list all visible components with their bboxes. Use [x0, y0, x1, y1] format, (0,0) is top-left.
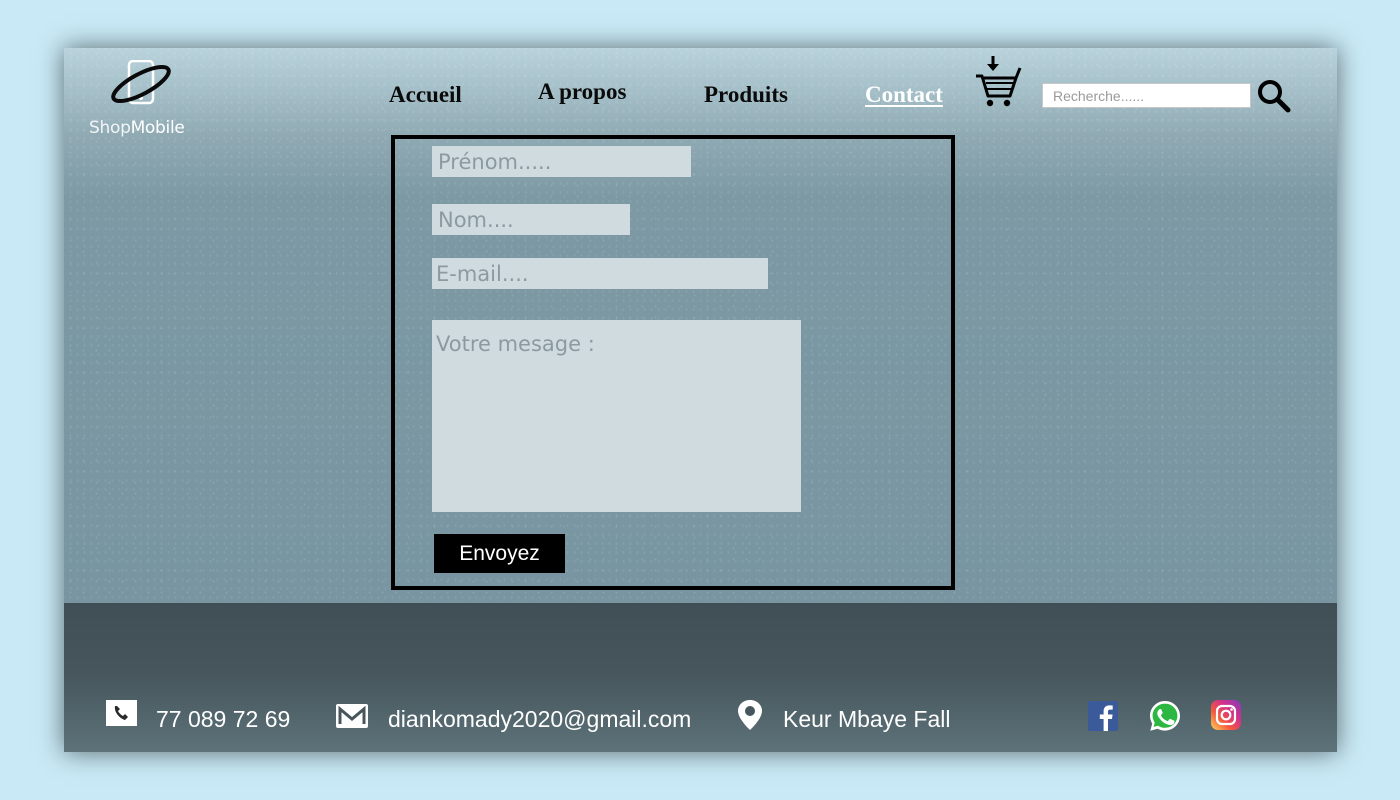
brand-name-mobile: Mobile [130, 118, 185, 138]
whatsapp-icon[interactable] [1148, 699, 1182, 733]
search-input[interactable] [1042, 83, 1251, 108]
message-field[interactable] [432, 320, 801, 512]
instagram-icon[interactable] [1211, 700, 1241, 730]
footer-email[interactable]: diankomady2020@gmail.com [388, 706, 691, 733]
nav-item-accueil[interactable]: Accueil [389, 82, 462, 108]
nom-field[interactable] [432, 204, 630, 235]
cart-icon[interactable] [974, 54, 1022, 108]
prenom-field[interactable] [432, 146, 691, 177]
search-icon[interactable] [1256, 78, 1292, 114]
location-pin-icon [738, 700, 762, 730]
mail-icon [336, 704, 368, 728]
send-button[interactable]: Envoyez [434, 534, 565, 573]
brand-logo[interactable]: ShopMobile [88, 60, 198, 138]
email-field[interactable] [432, 258, 768, 289]
brand-name: ShopMobile [89, 118, 185, 138]
phone-icon [106, 700, 137, 726]
contact-form: Envoyez [391, 135, 955, 590]
phone-orbit-icon [111, 60, 171, 105]
footer-address: Keur Mbaye Fall [783, 706, 951, 732]
footer: 77 089 72 69 diankomady2020@gmail.com Ke… [64, 603, 1337, 752]
nav-item-contact[interactable]: Contact [865, 82, 943, 108]
nav-item-produits[interactable]: Produits [704, 82, 788, 108]
footer-phone: 77 089 72 69 [156, 706, 291, 732]
page-frame: ShopMobile Accueil A propos Produits Con… [64, 48, 1337, 752]
nav-item-a-propos[interactable]: A propos [538, 79, 626, 105]
brand-name-shop: Shop [89, 118, 131, 138]
facebook-icon[interactable] [1088, 701, 1118, 731]
